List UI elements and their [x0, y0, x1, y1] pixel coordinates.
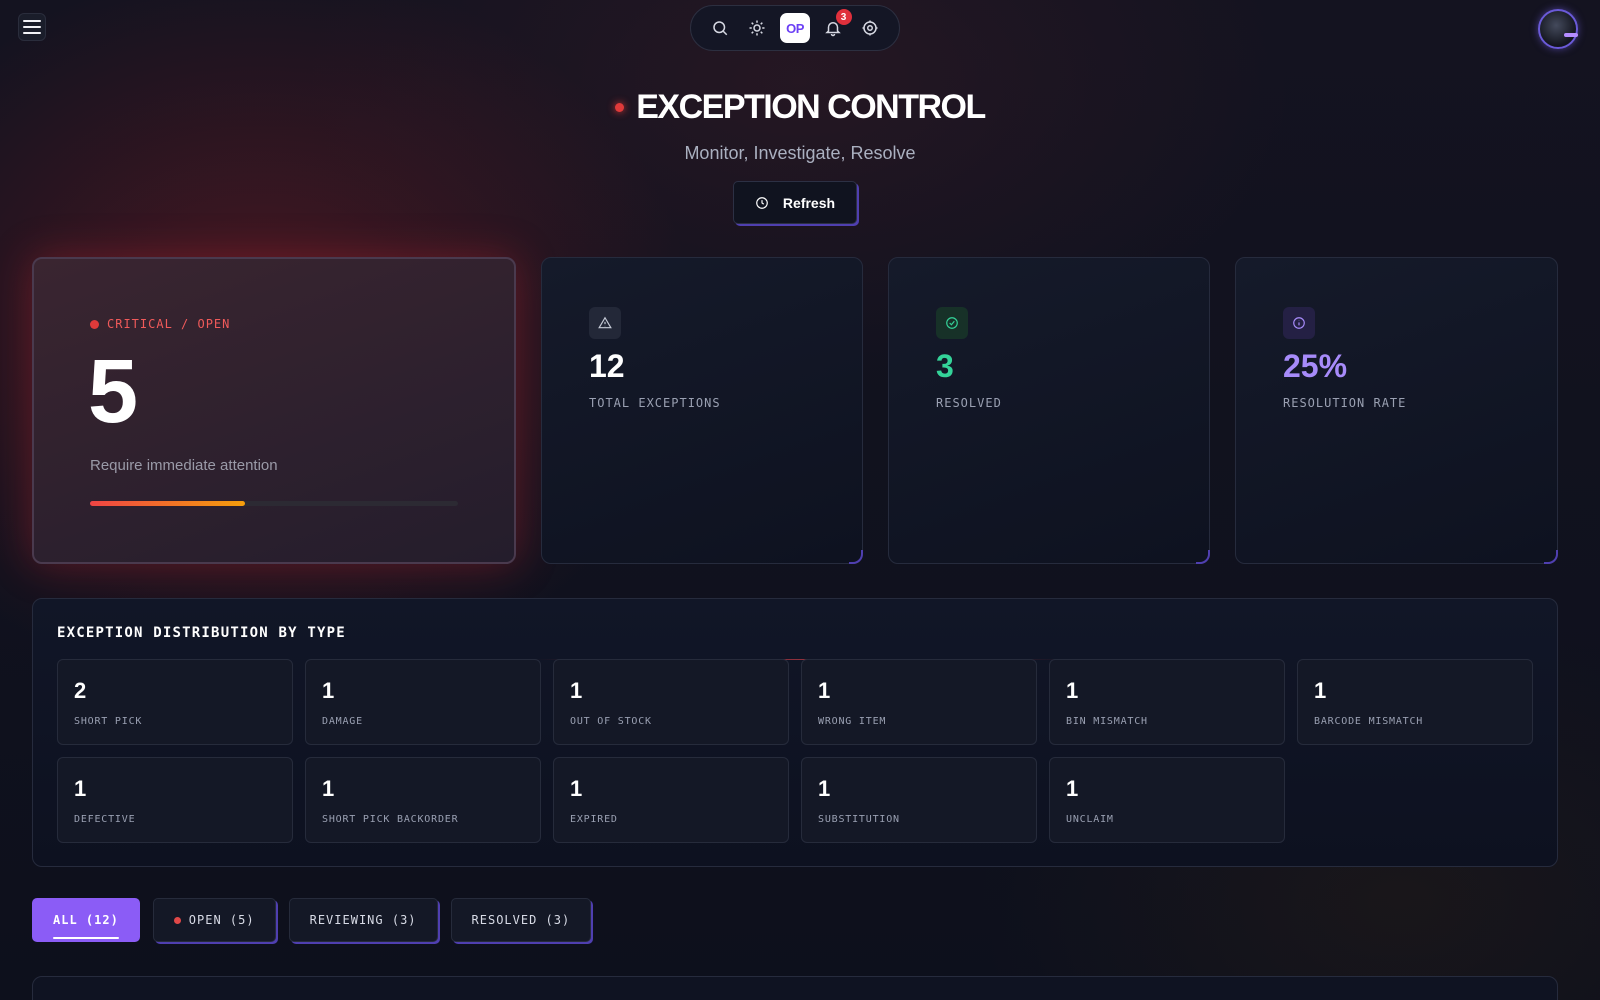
filter-tab-all[interactable]: ALL (12) — [32, 898, 140, 942]
card-corner-accent — [849, 550, 863, 564]
card-corner-accent — [1544, 550, 1558, 564]
menu-icon-line — [23, 26, 41, 28]
filter-tab-label: RESOLVED (3) — [471, 913, 571, 927]
stat-icon-box — [1283, 307, 1315, 339]
distribution-grid: 2 SHORT PICK 1 DAMAGE 1 OUT OF STOCK 1 WRONG… — [57, 659, 1535, 843]
distribution-tile[interactable]: 1 UNCLAIM — [1049, 757, 1285, 843]
stat-label: RESOLVED — [936, 396, 1002, 410]
stat-value: 3 — [936, 348, 954, 384]
exceptions-list-panel — [32, 976, 1558, 1000]
distribution-tile[interactable]: 1 BIN MISMATCH — [1049, 659, 1285, 745]
tile-label: DEFECTIVE — [74, 814, 136, 825]
distribution-tile[interactable]: 2 SHORT PICK — [57, 659, 293, 745]
tile-count: 1 — [570, 678, 583, 703]
user-avatar[interactable] — [1538, 9, 1578, 49]
page-subtitle: Monitor, Investigate, Resolve — [684, 143, 916, 163]
distribution-tile[interactable]: 1 EXPIRED — [553, 757, 789, 843]
tile-label: SHORT PICK BACKORDER — [322, 814, 459, 825]
page-header: EXCEPTION CONTROL Monitor, Investigate, … — [0, 88, 1600, 164]
tile-count: 1 — [1314, 678, 1327, 703]
theme-toggle-button[interactable] — [742, 13, 772, 43]
card-corner-accent — [1196, 550, 1210, 564]
critical-open-card[interactable]: CRITICAL / OPEN 5 Require immediate atte… — [32, 257, 516, 564]
tile-label: WRONG ITEM — [818, 716, 887, 727]
search-button[interactable] — [705, 13, 735, 43]
tile-label: BIN MISMATCH — [1066, 716, 1148, 727]
filter-tab-label: OPEN (5) — [188, 913, 255, 927]
check-circle-icon — [946, 317, 958, 329]
distribution-tile[interactable]: 1 SUBSTITUTION — [801, 757, 1037, 843]
stat-value: 12 — [589, 348, 625, 384]
warning-icon — [598, 316, 612, 329]
filter-tab-open[interactable]: OPEN (5) — [152, 898, 276, 942]
tile-count: 1 — [818, 678, 831, 703]
sun-icon — [749, 20, 765, 36]
critical-count: 5 — [88, 342, 139, 442]
critical-dot — [90, 319, 99, 329]
exception-distribution-panel: EXCEPTION DISTRIBUTION BY TYPE 2 SHORT PI… — [32, 598, 1558, 867]
critical-label: CRITICAL / OPEN — [90, 317, 230, 331]
stat-icon-box — [936, 307, 968, 339]
refresh-button[interactable]: Refresh — [733, 181, 857, 224]
tile-count: 1 — [74, 776, 87, 801]
live-indicator-dot — [615, 103, 625, 112]
open-status-dot — [173, 916, 181, 924]
menu-button[interactable] — [18, 13, 46, 41]
distribution-tile[interactable]: 1 SHORT PICK BACKORDER — [305, 757, 541, 843]
tile-label: EXPIRED — [570, 814, 618, 825]
profile-badge[interactable]: OP — [779, 13, 810, 43]
notification-count-badge: 3 — [835, 9, 852, 25]
tile-count: 1 — [1066, 776, 1079, 801]
tile-label: BARCODE MISMATCH — [1314, 716, 1424, 727]
tile-label: DAMAGE — [322, 716, 363, 727]
tile-count: 1 — [1066, 678, 1079, 703]
tile-count: 2 — [74, 678, 87, 703]
critical-progress-track — [90, 501, 458, 506]
page-title: EXCEPTION CONTROL — [636, 88, 986, 126]
search-icon — [713, 21, 728, 36]
stat-icon-box — [589, 307, 621, 339]
critical-description: Require immediate attention — [90, 457, 278, 474]
distribution-tile[interactable]: 1 OUT OF STOCK — [553, 659, 789, 745]
gear-icon — [862, 20, 878, 36]
refresh-label: Refresh — [782, 194, 836, 211]
menu-icon-line — [23, 32, 41, 34]
tile-count: 1 — [322, 678, 335, 703]
distribution-tile[interactable]: 1 BARCODE MISMATCH — [1297, 659, 1533, 745]
filter-tab-reviewing[interactable]: REVIEWING (3) — [288, 898, 438, 942]
stat-card-resolution-rate[interactable]: 25% RESOLUTION RATE — [1235, 257, 1558, 564]
critical-progress-fill — [90, 501, 245, 506]
info-icon — [1293, 317, 1305, 329]
page-title-wrapper: EXCEPTION CONTROL — [615, 88, 986, 127]
status-filter-tabs: ALL (12) OPEN (5) REVIEWING (3) RESOLVED… — [32, 898, 592, 942]
notifications-button[interactable]: 3 — [818, 9, 852, 43]
menu-icon-line — [23, 20, 41, 22]
critical-label-text: CRITICAL / OPEN — [107, 317, 231, 331]
tile-count: 1 — [570, 776, 583, 801]
tile-label: SUBSTITUTION — [818, 814, 900, 825]
stat-value: 25% — [1283, 348, 1348, 384]
filter-tab-resolved[interactable]: RESOLVED (3) — [450, 898, 592, 942]
filter-tab-label: ALL (12) — [53, 913, 119, 927]
tile-count: 1 — [818, 776, 831, 801]
top-toolbar: OP 3 — [690, 5, 900, 51]
avatar-status-indicator — [1564, 33, 1578, 37]
distribution-tile[interactable]: 1 DAMAGE — [305, 659, 541, 745]
filter-tab-label: REVIEWING (3) — [309, 913, 417, 927]
stat-card-resolved[interactable]: 3 RESOLVED — [888, 257, 1210, 564]
stat-label: TOTAL EXCEPTIONS — [589, 396, 721, 410]
settings-button[interactable] — [855, 13, 885, 43]
distribution-title: EXCEPTION DISTRIBUTION BY TYPE — [57, 625, 346, 641]
distribution-tile[interactable]: 1 WRONG ITEM — [801, 659, 1037, 745]
stat-card-total[interactable]: 12 TOTAL EXCEPTIONS — [541, 257, 863, 564]
stat-label: RESOLUTION RATE — [1283, 396, 1407, 410]
clock-icon — [756, 196, 768, 209]
distribution-tile[interactable]: 1 DEFECTIVE — [57, 757, 293, 843]
tile-count: 1 — [322, 776, 335, 801]
tile-label: OUT OF STOCK — [570, 716, 652, 727]
tile-label: UNCLAIM — [1066, 814, 1114, 825]
tile-label: SHORT PICK — [74, 716, 143, 727]
